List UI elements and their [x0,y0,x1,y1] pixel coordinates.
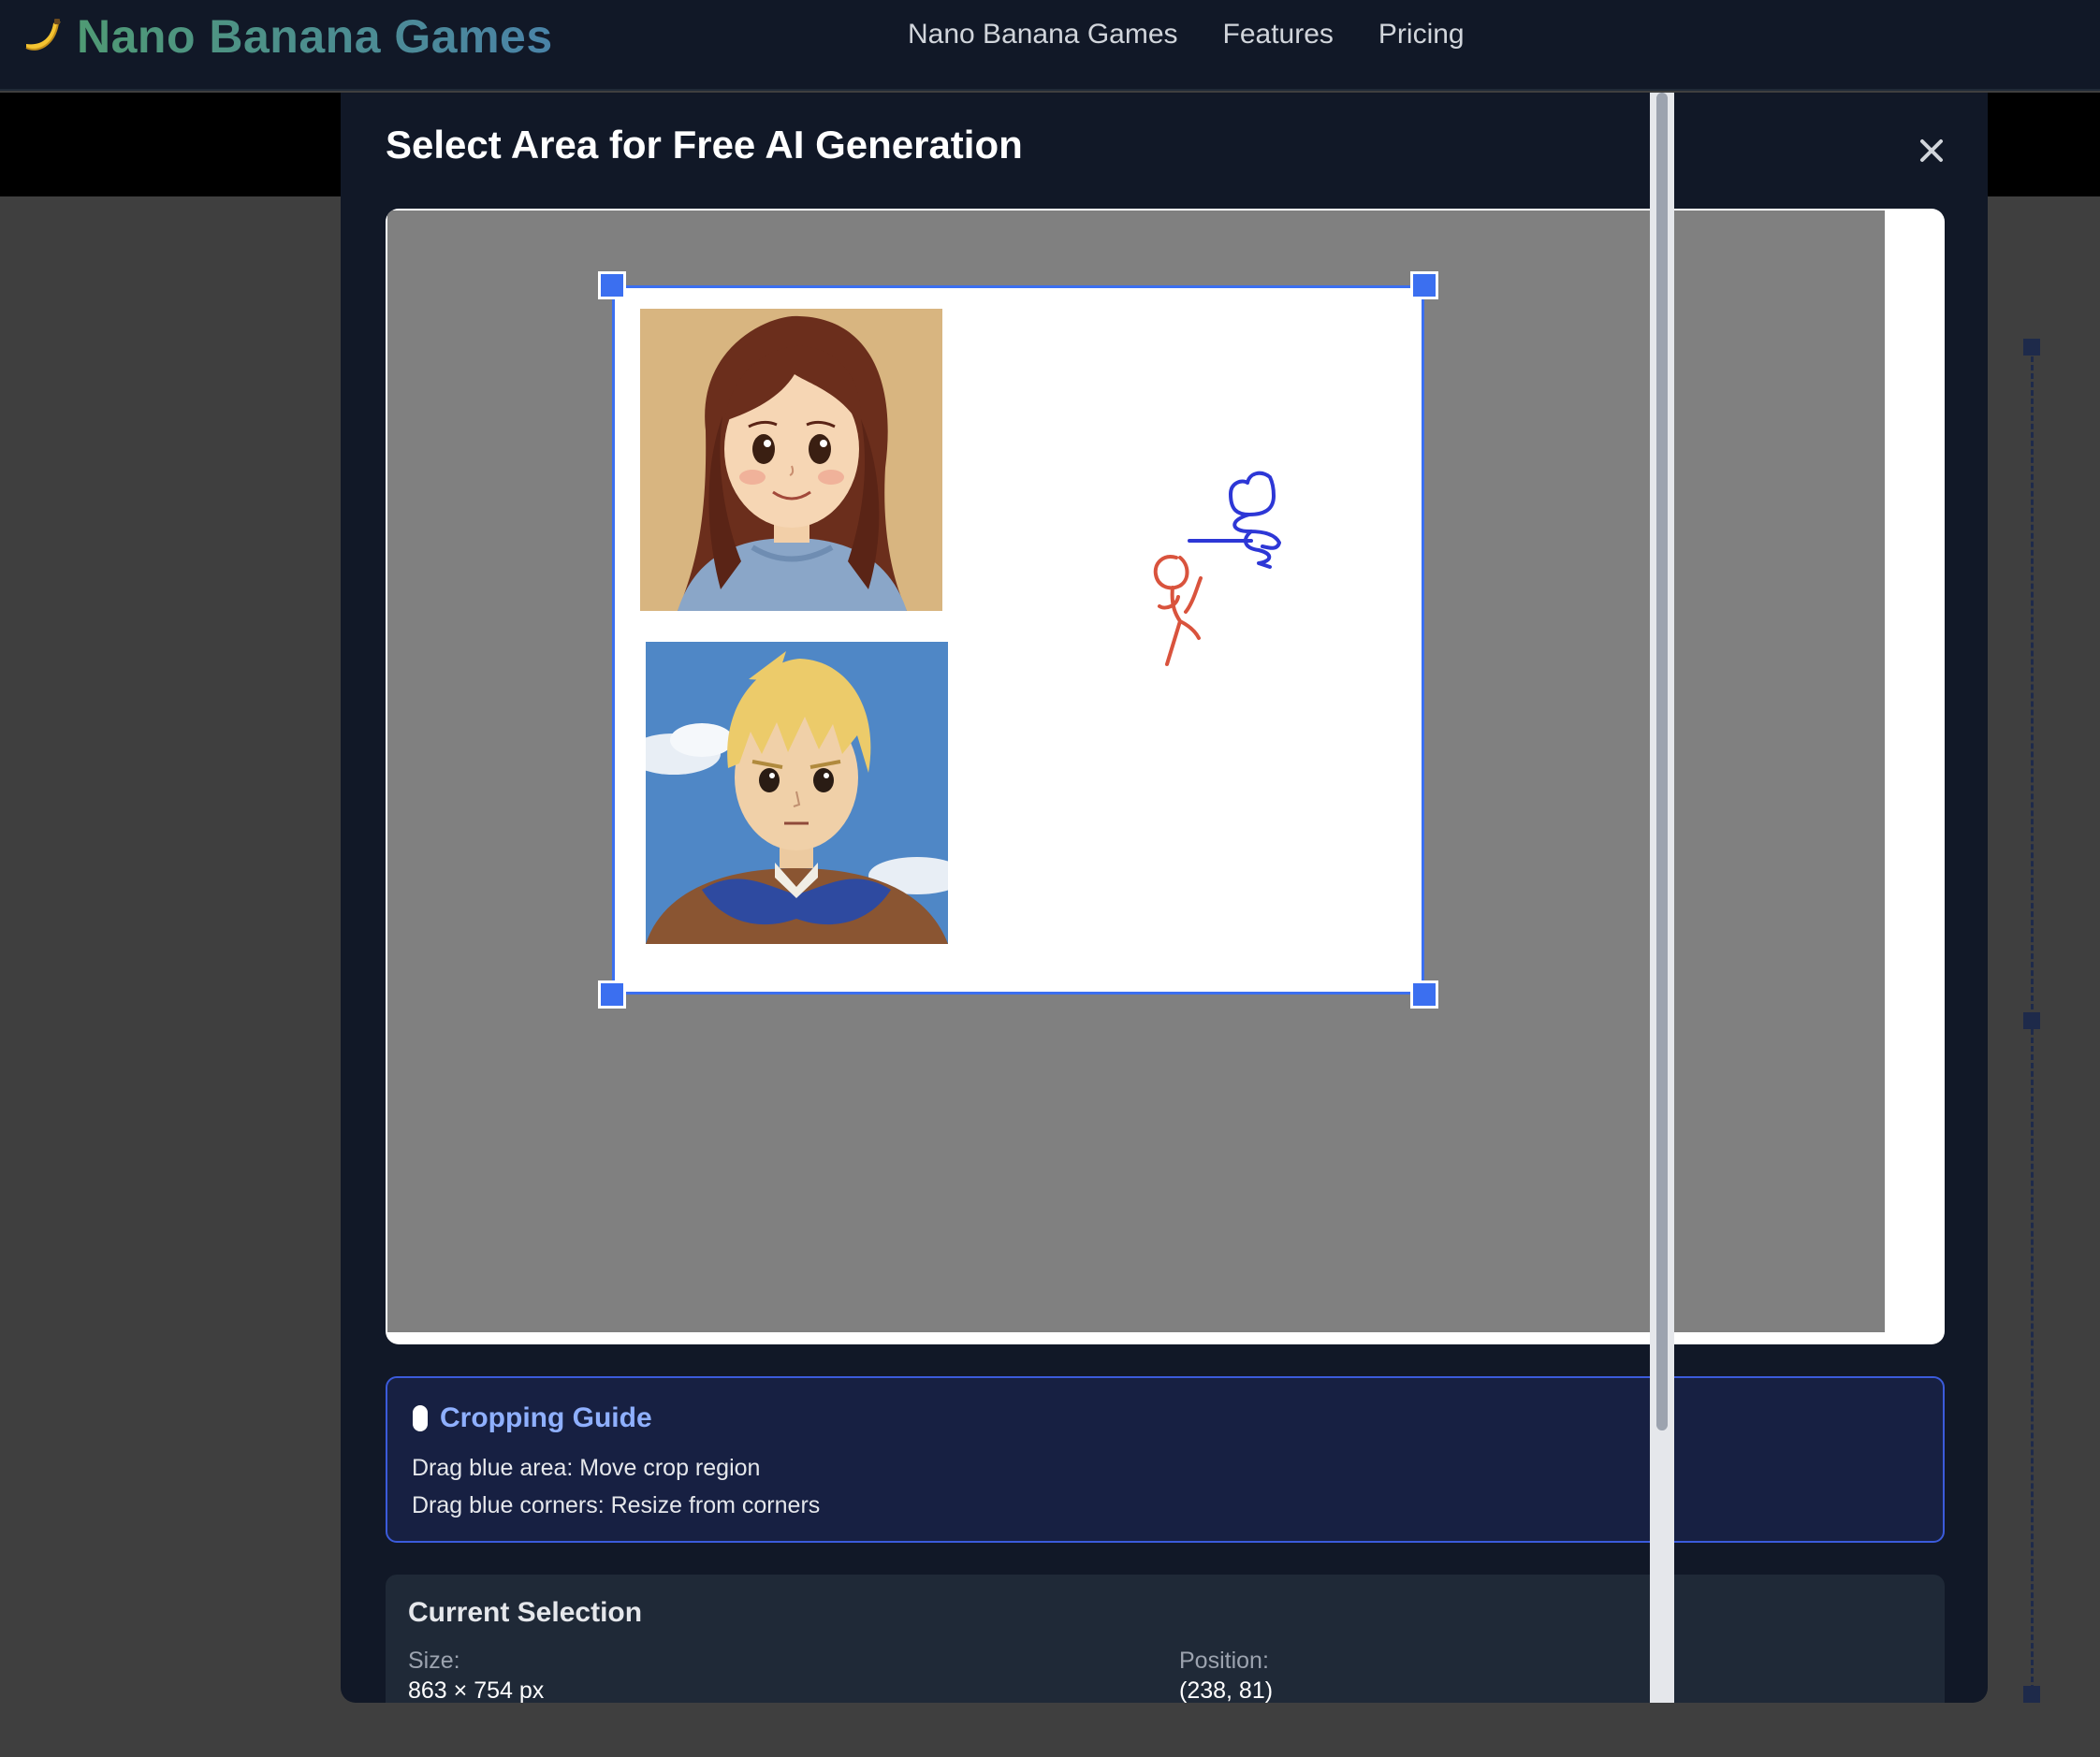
banana-icon [19,14,64,59]
crop-stage [386,209,1945,1344]
close-button[interactable] [1913,132,1950,169]
background-handle [2023,1686,2040,1703]
background-handle [2023,339,2040,356]
guide-title: Cropping Guide [440,1402,652,1433]
guide-tip-move: Drag blue area: Move crop region [412,1455,761,1481]
crop-handle-top-left[interactable] [598,271,626,299]
blue-stick-figure [1188,471,1281,569]
crop-handle-top-right[interactable] [1410,271,1438,299]
guide-header: Cropping Guide [412,1402,652,1434]
crop-modal: Select Area for Free AI Generation Cropp… [341,93,1988,1703]
current-selection-panel: Current Selection Size: 863 × 754 px Pos… [386,1575,1945,1703]
modal-title: Select Area for Free AI Generation [386,123,1023,167]
modal-scrollbar-thumb[interactable] [1656,93,1668,1430]
boy-portrait [646,642,948,944]
doodle-figures [1153,471,1281,666]
guide-tip-resize: Drag blue corners: Resize from corners [412,1492,821,1518]
selection-title: Current Selection [408,1597,643,1628]
crop-handle-bottom-left[interactable] [598,980,626,1009]
position-label: Position: [1179,1648,1269,1674]
nav-link-home[interactable]: Nano Banana Games [908,19,1178,51]
mouse-icon [413,1405,428,1431]
position-value: (238, 81) [1179,1677,1274,1703]
nav-link-pricing[interactable]: Pricing [1378,19,1465,51]
cropping-guide: Cropping Guide Drag blue area: Move crop… [386,1376,1945,1543]
brand-logo[interactable]: Nano Banana Games [19,7,553,65]
brand-title: Nano Banana Games [77,10,553,63]
red-stick-figure [1153,555,1203,666]
modal-scrollbar[interactable] [1650,93,1674,1703]
top-navigation: Nano Banana Games Nano Banana Games Feat… [0,0,2100,91]
crop-region[interactable] [598,271,1438,1009]
crop-handle-bottom-right[interactable] [1410,980,1438,1009]
background-handle [2023,1012,2040,1029]
size-value: 863 × 754 px [408,1677,545,1703]
size-label: Size: [408,1648,460,1674]
girl-portrait [640,309,942,611]
main-nav: Nano Banana Games Features Pricing [908,19,1465,51]
nav-link-features[interactable]: Features [1223,19,1334,51]
close-icon [1920,139,1943,162]
